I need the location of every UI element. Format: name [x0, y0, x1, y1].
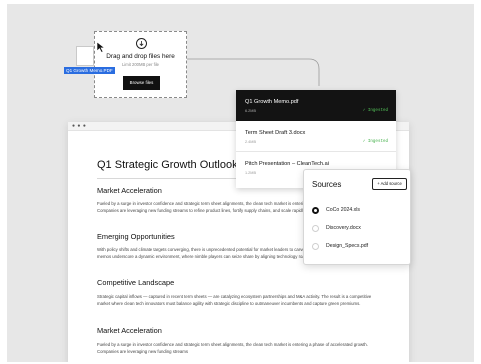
sources-title: Sources	[312, 180, 342, 189]
document-title: Q1 Strategic Growth Outlook	[97, 159, 238, 171]
file-dropzone[interactable]: Drag and drop files here Limit 200MB per…	[94, 31, 187, 98]
upload-arrow-icon	[136, 38, 147, 49]
upload-file-size: 2.4MB	[245, 140, 256, 144]
upload-item[interactable]: Term Sheet Draft 3.docx 2.4MB ✓ Ingested	[236, 121, 396, 152]
source-label: Discovery.docx	[326, 225, 361, 231]
upload-file-size: 1.2MB	[245, 171, 256, 175]
browse-files-button[interactable]: Browse files	[123, 76, 160, 90]
add-source-button[interactable]: + Add source	[372, 178, 407, 190]
upload-item[interactable]: Q1 Growth Memo.pdf 6.2MB ✓ Ingested	[236, 90, 396, 121]
source-item[interactable]: CoCo 2024.xls	[312, 206, 407, 216]
dragged-file-label: Q1 Growth Memo.PDF	[64, 67, 115, 74]
source-item[interactable]: Discovery.docx	[312, 224, 407, 234]
file-icon[interactable]	[76, 46, 94, 66]
section-heading: Market Acceleration	[97, 186, 162, 195]
upload-file-name: Term Sheet Draft 3.docx	[245, 130, 306, 136]
canvas-background: Drag and drop files here Limit 200MB per…	[7, 4, 474, 362]
upload-file-name: Pitch Presentation – CleanTech.ai	[245, 161, 329, 167]
upload-file-size: 6.2MB	[245, 109, 256, 113]
source-item[interactable]: Design_Specs.pdf	[312, 242, 407, 252]
section-heading: Emerging Opportunities	[97, 232, 175, 241]
source-radio[interactable]	[312, 243, 319, 250]
section-body: Strategic capital inflows — captured in …	[97, 294, 372, 306]
source-radio-checked[interactable]	[312, 207, 319, 214]
upload-status-badge: ✓ Ingested	[362, 140, 388, 144]
sources-panel: Sources + Add source CoCo 2024.xls Disco…	[303, 169, 411, 265]
section-heading: Market Acceleration	[97, 326, 162, 335]
source-label: CoCo 2024.xls	[326, 207, 361, 213]
source-radio[interactable]	[312, 225, 319, 232]
upload-file-name: Q1 Growth Memo.pdf	[245, 99, 299, 105]
window-controls[interactable]: ● ● ●	[72, 123, 86, 129]
section-heading: Competitive Landscape	[97, 278, 175, 287]
dropzone-title: Drag and drop files here	[106, 53, 175, 60]
source-label: Design_Specs.pdf	[326, 243, 369, 249]
section-body: Fueled by a surge in investor confidence…	[97, 342, 368, 354]
upload-status-badge: ✓ Ingested	[362, 109, 388, 113]
cursor-arrow-icon	[96, 41, 106, 53]
